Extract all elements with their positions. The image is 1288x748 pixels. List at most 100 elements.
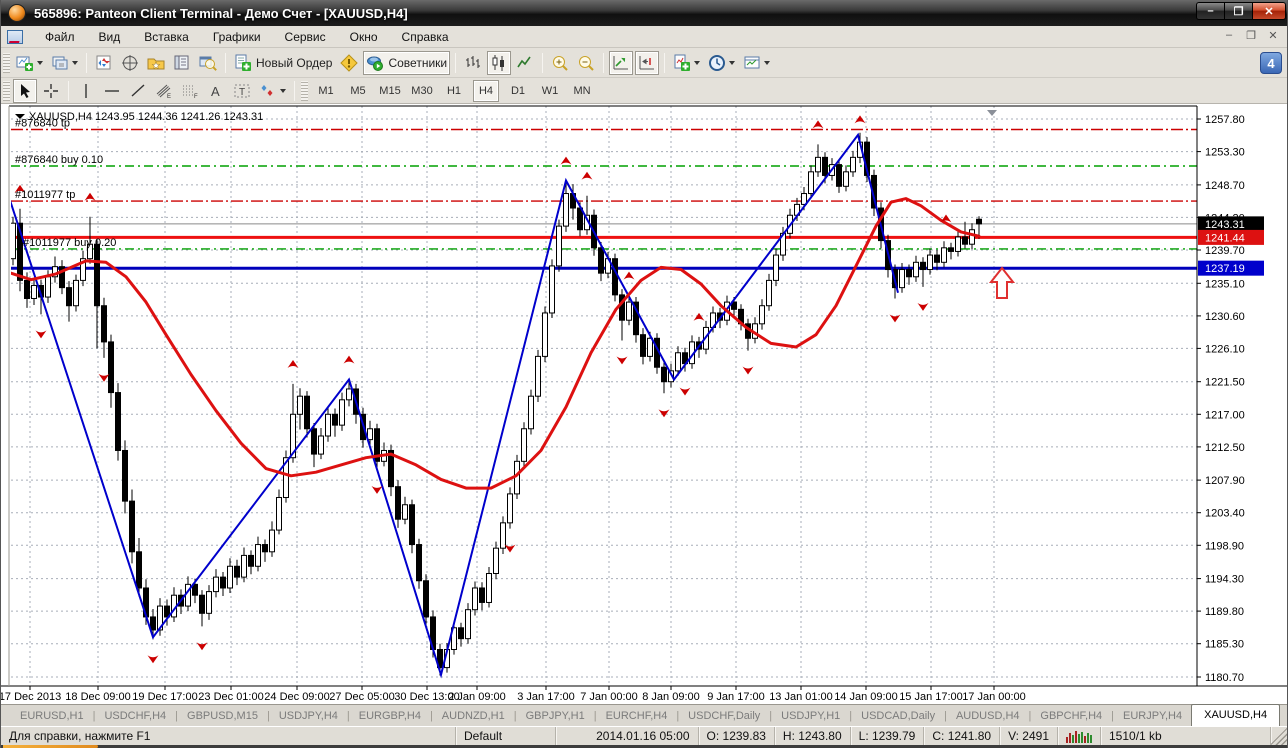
arrows-icon <box>261 84 273 96</box>
warning-icon <box>340 53 359 72</box>
chevron-down-icon <box>72 60 78 65</box>
tab-usdjpy-h1[interactable]: USDJPY,H1 <box>772 707 849 726</box>
close-button[interactable]: ✕ <box>1252 2 1286 20</box>
new-order-button[interactable]: Новый Ордер <box>231 51 335 75</box>
trendline-tool[interactable] <box>126 79 150 103</box>
status-profile[interactable]: Default <box>456 726 556 746</box>
timeframe-mn[interactable]: MN <box>569 80 595 102</box>
price-tick: 1207.90 <box>1205 475 1245 487</box>
status-help: Для справки, нажмите F1 <box>1 726 456 746</box>
timeframe-w1[interactable]: W1 <box>537 80 563 102</box>
tab-eurchf-h4[interactable]: EURCHF,H4 <box>597 707 677 726</box>
tab-gbpusd-m15[interactable]: GBPUSD,M15 <box>178 707 267 726</box>
chevron-down-icon <box>694 60 701 65</box>
child-close-button[interactable]: ✕ <box>1265 29 1281 42</box>
timeframe-m30[interactable]: M30 <box>409 80 435 102</box>
arrows-tool[interactable] <box>256 79 289 103</box>
notification-badge[interactable]: 4 <box>1260 52 1282 74</box>
menu-item-6[interactable]: Справка <box>390 27 461 47</box>
templates-button[interactable] <box>740 51 773 75</box>
navigator-button[interactable] <box>144 51 168 75</box>
new-chart-button[interactable] <box>13 51 46 75</box>
resize-grip[interactable] <box>1271 726 1287 746</box>
crosshair-tool[interactable] <box>39 79 63 103</box>
label-tool[interactable]: T <box>230 79 254 103</box>
price-tick: 1203.40 <box>1205 508 1245 520</box>
time-tick: 13 Jan 01:00 <box>769 691 833 703</box>
tab-usdchf-daily[interactable]: USDCHF,Daily <box>679 707 769 726</box>
tab-audusd-h4[interactable]: AUDUSD,H4 <box>947 707 1029 726</box>
line-chart-button[interactable] <box>513 51 537 75</box>
status-bar: Для справки, нажмите F1 Default 2014.01.… <box>1 726 1287 746</box>
timeframe-d1[interactable]: D1 <box>505 80 531 102</box>
fibo-icon: F <box>183 85 198 100</box>
periods-button[interactable] <box>705 51 738 75</box>
time-tick: 18 Dec 09:00 <box>65 691 130 703</box>
cursor-tool[interactable] <box>13 78 37 103</box>
timeframe-m1[interactable]: M1 <box>313 80 339 102</box>
strategy-tester-button[interactable] <box>196 51 220 75</box>
profiles-button[interactable] <box>48 51 81 75</box>
menu-item-3[interactable]: Графики <box>201 27 273 47</box>
tab-eurjpy-h4[interactable]: EURJPY,H4 <box>1114 707 1191 726</box>
tab-gbpchf-h4[interactable]: GBPCHF,H4 <box>1031 707 1111 726</box>
alerts-button[interactable] <box>337 51 361 75</box>
market-watch-button[interactable] <box>92 51 116 75</box>
tab-eurusd-h1[interactable]: EURUSD,H1 <box>11 707 93 726</box>
tab-audnzd-h1[interactable]: AUDNZD,H1 <box>433 707 514 726</box>
timeframe-h4[interactable]: H4 <box>473 79 499 102</box>
zoom-in-button[interactable] <box>548 51 572 75</box>
cursor-icon <box>21 83 30 98</box>
expert-advisors-button[interactable]: Советники <box>363 50 451 75</box>
timeframe-m5[interactable]: M5 <box>345 80 371 102</box>
menu-item-0[interactable]: Файл <box>33 27 87 47</box>
tab-usdjpy-h4[interactable]: USDJPY,H4 <box>270 707 347 726</box>
tab-gbpjpy-h1[interactable]: GBPJPY,H1 <box>517 707 594 726</box>
indicators-button[interactable] <box>670 51 703 75</box>
horizontal-line-tool[interactable] <box>100 79 124 103</box>
timeframe-h1[interactable]: H1 <box>441 80 467 102</box>
maximize-button[interactable]: ❐ <box>1224 2 1252 20</box>
tab-usdchf-h4[interactable]: USDCHF,H4 <box>95 707 175 726</box>
vertical-line-tool[interactable] <box>74 79 98 103</box>
terminal-button[interactable] <box>170 51 194 75</box>
child-restore-button[interactable]: ❐ <box>1243 29 1259 42</box>
timeframe-m15[interactable]: M15 <box>377 80 403 102</box>
tab-nzdi[interactable]: NZDI <box>1280 707 1287 726</box>
bar-chart-button[interactable] <box>461 51 485 75</box>
toolbar-grip[interactable] <box>301 80 308 101</box>
candlestick-button[interactable] <box>487 50 512 75</box>
autoscroll-button[interactable] <box>609 50 634 75</box>
text-tool[interactable]: A <box>204 79 228 103</box>
minimize-button[interactable]: – <box>1196 2 1224 20</box>
fibonacci-tool[interactable]: F <box>178 79 202 103</box>
data-window-button[interactable] <box>118 51 142 75</box>
toolbar-grip[interactable] <box>3 52 10 73</box>
price-tick: 1212.50 <box>1205 442 1245 454</box>
chart-area[interactable]: 1257.801253.301248.701244.201239.701235.… <box>1 104 1288 704</box>
chart-window-icon[interactable] <box>7 29 23 44</box>
candles-icon <box>492 54 505 71</box>
price-tick: 1194.30 <box>1205 574 1244 586</box>
toolbar-grip[interactable] <box>3 80 10 101</box>
menu-item-1[interactable]: Вид <box>87 27 133 47</box>
price-tick: 1189.80 <box>1205 606 1244 618</box>
tab-eurgbp-h4[interactable]: EURGBP,H4 <box>350 707 430 726</box>
candlestick-chart[interactable]: 1257.801253.301248.701244.201239.701235.… <box>1 104 1288 704</box>
price-tick: 1217.00 <box>1205 409 1245 421</box>
drawing-toolbar: E F A T M1 M5 M15 M30 H1 H4 D1 W1 MN <box>1 78 1287 104</box>
menu-item-5[interactable]: Окно <box>338 27 390 47</box>
child-minimize-button[interactable]: – <box>1221 29 1237 42</box>
terminal-window: 565896: Panteon Client Terminal - Демо С… <box>0 0 1288 748</box>
tab-usdcad-daily[interactable]: USDCAD,Daily <box>852 707 944 726</box>
data-window-icon <box>122 54 138 71</box>
toolbar-separator <box>455 52 457 73</box>
menu-item-4[interactable]: Сервис <box>273 27 338 47</box>
tab-xauusd-h4[interactable]: XAUUSD,H4 <box>1191 704 1281 726</box>
menu-item-2[interactable]: Вставка <box>132 27 201 47</box>
zoom-out-button[interactable] <box>574 51 598 75</box>
status-high: H: 1243.80 <box>775 726 851 746</box>
channel-tool[interactable]: E <box>152 79 176 103</box>
main-toolbar: Новый Ордер Советники <box>1 48 1287 78</box>
chart-shift-button[interactable] <box>635 50 660 75</box>
